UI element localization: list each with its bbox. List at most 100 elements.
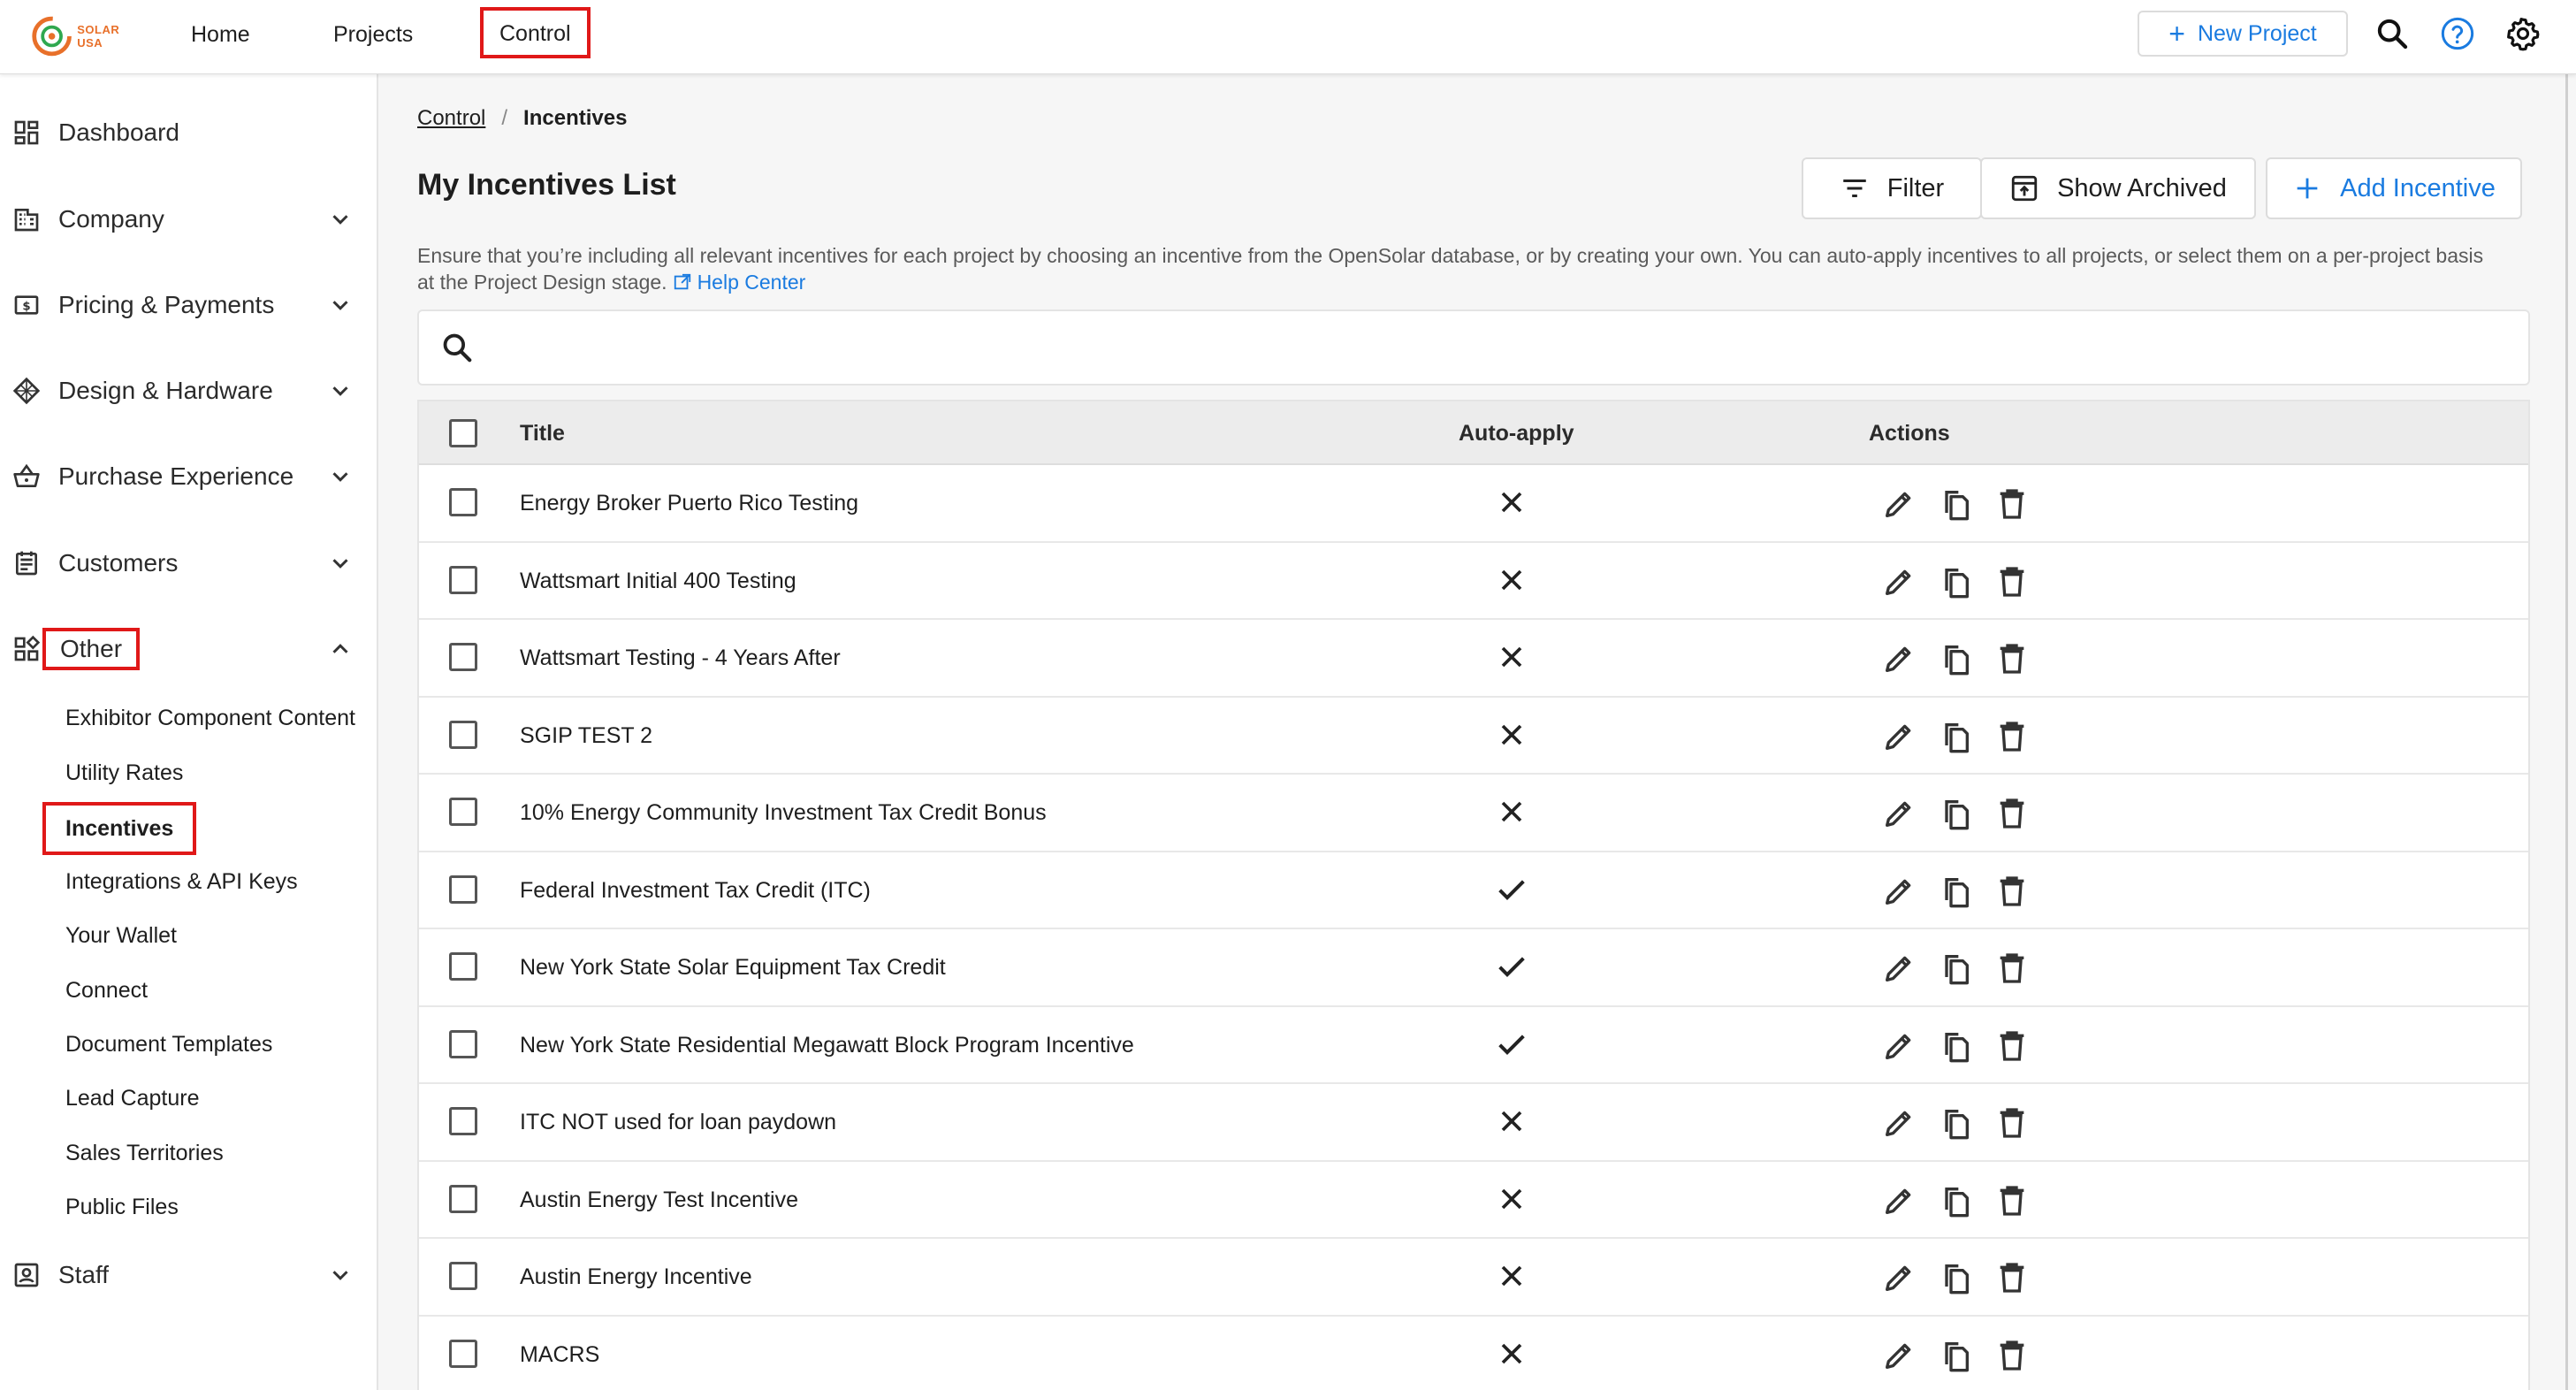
delete-icon[interactable] [1994, 1183, 2031, 1220]
sidebar-subitem-incentives[interactable]: Incentives [42, 802, 197, 855]
duplicate-icon[interactable] [1938, 951, 1975, 988]
edit-icon[interactable] [1881, 874, 1918, 911]
table-row[interactable]: Energy Broker Puerto Rico Testing [419, 465, 2528, 543]
breadcrumb-control-link[interactable]: Control [417, 106, 485, 131]
row-checkbox[interactable] [449, 1107, 477, 1135]
sidebar-subitem-exhibitor-component-content[interactable]: Exhibitor Component Content [65, 700, 355, 736]
page-scrollbar[interactable] [2565, 74, 2568, 1390]
table-row[interactable]: New York State Solar Equipment Tax Credi… [419, 929, 2528, 1007]
help-button[interactable] [2438, 14, 2477, 53]
incentive-title[interactable]: Austin Energy Test Incentive [520, 1162, 798, 1239]
row-checkbox[interactable] [449, 798, 477, 826]
edit-icon[interactable] [1881, 486, 1918, 523]
edit-icon[interactable] [1881, 1028, 1918, 1065]
help-center-link[interactable]: Help Center [667, 271, 805, 294]
row-checkbox[interactable] [449, 874, 477, 904]
delete-icon[interactable] [1994, 874, 2031, 911]
sidebar-item-staff[interactable]: Staff [0, 1244, 378, 1306]
search-field[interactable] [417, 309, 2530, 386]
edit-icon[interactable] [1881, 951, 1918, 988]
incentive-title[interactable]: Energy Broker Puerto Rico Testing [520, 465, 858, 542]
delete-icon[interactable] [1994, 1338, 2031, 1375]
edit-icon[interactable] [1881, 1338, 1918, 1375]
edit-icon[interactable] [1881, 719, 1918, 756]
duplicate-icon[interactable] [1938, 564, 1975, 601]
table-row[interactable]: Federal Investment Tax Credit (ITC) [419, 852, 2528, 929]
incentive-title[interactable]: Austin Energy Incentive [520, 1239, 752, 1316]
table-row[interactable]: ITC NOT used for loan paydown [419, 1084, 2528, 1162]
row-checkbox[interactable] [449, 720, 477, 749]
duplicate-icon[interactable] [1938, 1105, 1975, 1142]
incentive-title[interactable]: SGIP TEST 2 [520, 698, 652, 775]
sidebar-item-purchase-experience[interactable]: Purchase Experience [0, 446, 378, 508]
incentive-title[interactable]: Federal Investment Tax Credit (ITC) [520, 852, 871, 929]
settings-button[interactable] [2504, 14, 2542, 53]
delete-icon[interactable] [1994, 1028, 2031, 1065]
duplicate-icon[interactable] [1938, 641, 1975, 678]
add-incentive-button[interactable]: Add Incentive [2266, 157, 2522, 219]
edit-icon[interactable] [1881, 1105, 1918, 1142]
table-row[interactable]: MACRS [419, 1317, 2528, 1390]
edit-icon[interactable] [1881, 796, 1918, 833]
sidebar-subitem-sales-territories[interactable]: Sales Territories [65, 1135, 224, 1171]
incentive-title[interactable]: ITC NOT used for loan paydown [520, 1084, 836, 1161]
sidebar-subitem-connect[interactable]: Connect [65, 973, 148, 1008]
row-checkbox[interactable] [449, 952, 477, 981]
row-checkbox[interactable] [449, 565, 477, 594]
sidebar-item-dashboard[interactable]: Dashboard [0, 102, 378, 164]
sidebar-item-customers[interactable]: Customers [0, 532, 378, 594]
row-checkbox[interactable] [449, 1029, 477, 1058]
filter-button[interactable]: Filter [1802, 157, 1982, 219]
nav-projects[interactable]: Projects [333, 0, 413, 74]
table-row[interactable]: SGIP TEST 2 [419, 698, 2528, 775]
table-row[interactable]: 10% Energy Community Investment Tax Cred… [419, 775, 2528, 852]
sidebar-item-other[interactable]: Other [0, 618, 378, 680]
sidebar-item-company[interactable]: Company [0, 188, 378, 250]
edit-icon[interactable] [1881, 564, 1918, 601]
row-checkbox[interactable] [449, 488, 477, 516]
nav-control[interactable]: Control [480, 7, 591, 58]
delete-icon[interactable] [1994, 719, 2031, 756]
search-input[interactable] [490, 324, 2505, 373]
sidebar-item-pricing-payments[interactable]: $ Pricing & Payments [0, 274, 378, 336]
incentive-title[interactable]: Wattsmart Initial 400 Testing [520, 543, 796, 620]
duplicate-icon[interactable] [1938, 719, 1975, 756]
table-row[interactable]: Austin Energy Test Incentive [419, 1162, 2528, 1239]
table-row[interactable]: Austin Energy Incentive [419, 1239, 2528, 1317]
delete-icon[interactable] [1994, 641, 2031, 678]
sidebar-subitem-your-wallet[interactable]: Your Wallet [65, 918, 177, 953]
duplicate-icon[interactable] [1938, 1338, 1975, 1375]
delete-icon[interactable] [1994, 951, 2031, 988]
incentive-title[interactable]: New York State Residential Megawatt Bloc… [520, 1007, 1134, 1084]
row-checkbox[interactable] [449, 1339, 477, 1368]
sidebar-subitem-lead-capture[interactable]: Lead Capture [65, 1081, 200, 1116]
duplicate-icon[interactable] [1938, 874, 1975, 911]
edit-icon[interactable] [1881, 1260, 1918, 1297]
search-button[interactable] [2373, 14, 2412, 53]
edit-icon[interactable] [1881, 1183, 1918, 1220]
table-row[interactable]: New York State Residential Megawatt Bloc… [419, 1007, 2528, 1084]
incentive-title[interactable]: Wattsmart Testing - 4 Years After [520, 620, 841, 697]
duplicate-icon[interactable] [1938, 1260, 1975, 1297]
delete-icon[interactable] [1994, 564, 2031, 601]
sidebar-subitem-public-files[interactable]: Public Files [65, 1189, 179, 1225]
delete-icon[interactable] [1994, 1105, 2031, 1142]
solar-usa-logo[interactable]: SOLAR USA [30, 12, 145, 60]
duplicate-icon[interactable] [1938, 1028, 1975, 1065]
sidebar-item-design-hardware[interactable]: Design & Hardware [0, 360, 378, 422]
delete-icon[interactable] [1994, 1260, 2031, 1297]
show-archived-button[interactable]: Show Archived [1980, 157, 2256, 219]
incentive-title[interactable]: MACRS [520, 1317, 599, 1390]
sidebar-subitem-integrations-api-keys[interactable]: Integrations & API Keys [65, 864, 298, 899]
sidebar-subitem-utility-rates[interactable]: Utility Rates [65, 755, 183, 790]
select-all-checkbox[interactable] [449, 419, 477, 447]
delete-icon[interactable] [1994, 796, 2031, 833]
table-row[interactable]: Wattsmart Initial 400 Testing [419, 543, 2528, 620]
duplicate-icon[interactable] [1938, 796, 1975, 833]
incentive-title[interactable]: 10% Energy Community Investment Tax Cred… [520, 775, 1047, 852]
new-project-button[interactable]: + New Project [2138, 11, 2348, 57]
nav-home[interactable]: Home [191, 0, 250, 74]
edit-icon[interactable] [1881, 641, 1918, 678]
row-checkbox[interactable] [449, 1262, 477, 1290]
row-checkbox[interactable] [449, 643, 477, 671]
